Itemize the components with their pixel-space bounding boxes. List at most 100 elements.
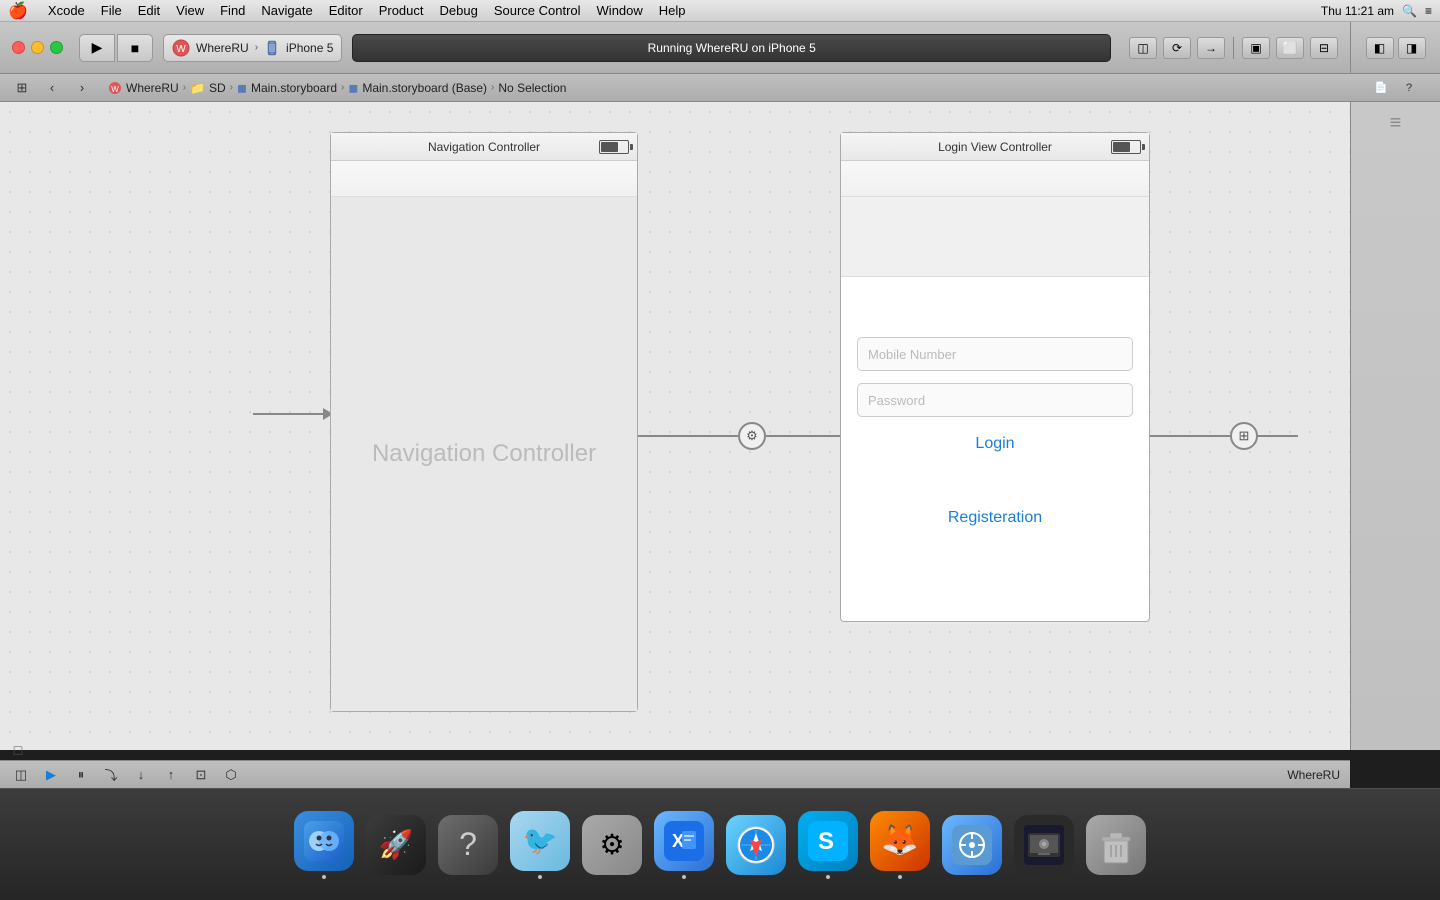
storyboard-canvas[interactable]: Navigation Controller Navigation Control… [0,102,1350,750]
nav-content-area: Navigation Controller [331,197,637,711]
login-image-area [841,197,1149,277]
login-view-controller[interactable]: Login View Controller Mobile Number Pass… [840,132,1150,622]
mobile-input[interactable]: Mobile Number [857,337,1133,371]
login-battery-fill [1113,142,1130,152]
menubar-editor[interactable]: Editor [329,3,363,18]
simulate-location-btn[interactable]: ⬡ [220,765,242,785]
login-button[interactable]: Login [857,429,1133,459]
dock-skype[interactable]: S [798,811,858,879]
debug-view-icon: ⊡ [196,767,207,783]
entry-line [253,413,323,415]
dock-itunes[interactable] [1014,815,1074,875]
navigator-icon: ◫ [1137,41,1148,55]
breadcrumb-sd[interactable]: 📁 SD [190,81,226,95]
breadcrumb-base[interactable]: ◼ Main.storyboard (Base) [348,81,487,95]
apple-menu[interactable]: 🍎 [8,1,28,21]
quick-help-btn[interactable]: ? [1398,78,1420,98]
menubar-edit[interactable]: Edit [138,3,160,18]
stop-button[interactable]: ■ [117,34,153,62]
base-icon: ◼ [348,81,358,95]
toggle-debug-btn[interactable]: ◫ [10,765,32,785]
scheme-app-name: WhereRU [196,41,249,55]
scheme-device-name: iPhone 5 [286,41,333,55]
run-icon: ▶ [92,39,103,56]
nav-controller[interactable]: Navigation Controller Navigation Control… [330,132,638,712]
menubar-help[interactable]: Help [659,3,686,18]
scheme-selector[interactable]: W WhereRU › iPhone 5 [163,34,342,62]
dock-trash[interactable] [1086,815,1146,875]
menubar-product[interactable]: Product [379,3,424,18]
menubar-debug[interactable]: Debug [440,3,478,18]
menubar-navigate[interactable]: Navigate [261,3,312,18]
breadcrumb: W WhereRU › 📁 SD › ◼ Main.storyboard › ◼… [108,81,566,95]
pause-btn[interactable]: ⏸ [70,765,92,785]
jump-toggle[interactable]: → [1197,37,1225,59]
finder-icon [294,811,354,871]
navigator-toggle[interactable]: ◫ [1129,37,1157,59]
dock-firefox[interactable]: 🦊 [870,811,930,879]
zoom-button[interactable] [50,41,63,54]
version-icon: ⊟ [1319,41,1329,55]
debug-view-btn[interactable]: ⊡ [190,765,212,785]
scheme-divider: › [255,42,258,53]
standard-editor-toggle[interactable]: ▣ [1242,37,1270,59]
close-button[interactable] [12,41,25,54]
dock-xcode[interactable]: X [654,811,714,879]
file-inspector-icon: 📄 [1374,81,1388,94]
run-button[interactable]: ▶ [79,34,115,62]
quick-help-icon: ? [1406,82,1412,94]
dock-question[interactable]: ? [438,815,498,875]
menubar-right: Thu 11:21 am 🔍 ≡ [1321,4,1432,18]
menubar-find[interactable]: Find [220,3,245,18]
menubar-view[interactable]: View [176,3,204,18]
step-out-btn[interactable]: ↑ [160,765,182,785]
dock-twitterrific[interactable]: 🐦 [510,811,570,879]
breadcrumb-app[interactable]: W WhereRU [108,81,179,95]
mobile-placeholder: Mobile Number [868,347,956,362]
skype-icon: S [798,811,858,871]
breadcrumb-storyboard-label: Main.storyboard [251,81,337,95]
hide-inspector-toggle[interactable]: ◨ [1398,37,1426,59]
menubar-file[interactable]: File [101,3,122,18]
password-input[interactable]: Password [857,383,1133,417]
dock-safari[interactable] [726,815,786,875]
segue-line-part1 [638,435,738,437]
dock-instruments[interactable] [942,815,1002,875]
nav-toolbar: ⊞ ‹ › W WhereRU › 📁 SD › ◼ Main.storyboa… [0,74,1350,102]
forward-btn[interactable]: › [70,78,94,98]
step-over-btn[interactable]: ⤵ [100,765,122,785]
segue-line-2: ⊞ [1150,422,1298,450]
assistant-toggle[interactable]: ⟳ [1163,37,1191,59]
stop-icon: ■ [131,40,139,56]
sysprefs-icon: ⚙ [582,815,642,875]
hide-navigator-toggle[interactable]: ◧ [1366,37,1394,59]
breadcrumb-sd-label: SD [209,81,226,95]
step-into-btn[interactable]: ↓ [130,765,152,785]
version-editor-toggle[interactable]: ⊟ [1310,37,1338,59]
assistant-editor-toggle[interactable]: ⬜ [1276,37,1304,59]
panel-toggle-btn[interactable]: ⊞ [10,78,34,98]
bottom-left-toggle[interactable]: □ [8,740,28,760]
segue2-icon[interactable]: ⊞ [1230,422,1258,450]
back-btn[interactable]: ‹ [40,78,64,98]
login-vc-title: Login View Controller [938,140,1052,154]
instruments-icon [942,815,1002,875]
dock-finder[interactable] [294,811,354,879]
file-inspector-btn[interactable]: 📄 [1370,78,1392,98]
register-button[interactable]: Registeration [857,503,1133,533]
menubar-source-control[interactable]: Source Control [494,3,581,18]
menubar-window[interactable]: Window [597,3,643,18]
breadcrumb-storyboard[interactable]: ◼ Main.storyboard [237,81,337,95]
login-vc-statusbar: Login View Controller [841,133,1149,161]
hide-insp-icon: ◨ [1406,41,1417,55]
arrow-4: › [491,82,494,93]
segue-icon[interactable]: ⚙ [738,422,766,450]
minimize-button[interactable] [31,41,44,54]
menubar-list-icon[interactable]: ≡ [1425,4,1432,18]
menubar-search-icon[interactable]: 🔍 [1402,4,1417,18]
nav-controller-label: Navigation Controller [372,440,596,468]
menubar-xcode[interactable]: Xcode [48,3,85,18]
dock-sysprefs[interactable]: ⚙ [582,815,642,875]
dock-launchpad[interactable]: 🚀 [366,815,426,875]
play-btn[interactable]: ▶ [40,765,62,785]
